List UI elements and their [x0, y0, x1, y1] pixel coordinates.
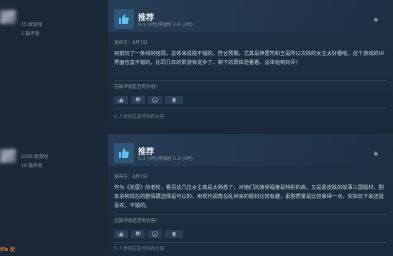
- helpful-count: 5 人觉得这篇评测有价值: [114, 247, 165, 252]
- divider: [114, 108, 386, 109]
- smiley-icon: [152, 97, 158, 103]
- vote-buttons: [114, 96, 183, 104]
- divider: [114, 214, 386, 215]
- star-icon[interactable]: ★: [373, 150, 379, 158]
- thumbs-up-icon: [114, 143, 134, 163]
- author-panel: 15 款游戏 1 篇评测: [0, 0, 104, 128]
- playtime: 9.3 小时(评测时 2.6 小时): [138, 23, 193, 28]
- thumbs-up-icon: [114, 9, 134, 29]
- vote-funny-button[interactable]: [148, 230, 162, 238]
- vote-no-button[interactable]: [131, 230, 145, 238]
- posted-date: 发布于：8月7日: [114, 175, 148, 180]
- thumbs-up-icon: [118, 97, 124, 103]
- vote-no-button[interactable]: [131, 96, 145, 104]
- avatar[interactable]: [0, 10, 16, 24]
- review-card: 15 款游戏 1 篇评测 推荐 9.3 小时(评测时 2.6 小时) ★ 发布于…: [0, 0, 393, 128]
- review-content: 推荐 5.3 小时(评测时 5.3 小时) ★ 发布于：8月7日 作为《完蛋》的…: [108, 134, 393, 256]
- helpful-question: 这篇评测是否有价值？: [114, 219, 160, 224]
- award-icon: [172, 97, 176, 103]
- author-games-count[interactable]: 15 款游戏: [21, 22, 42, 28]
- playtime: 5.3 小时(评测时 5.3 小时): [138, 157, 193, 162]
- helpful-count: 4 人觉得这篇评测有价值: [114, 115, 165, 120]
- vote-yes-button[interactable]: [114, 96, 128, 104]
- avatar[interactable]: [0, 149, 16, 163]
- helpful-question: 这篇评测是否有价值？: [114, 85, 160, 90]
- award-button[interactable]: [165, 230, 183, 238]
- award-icon: [172, 231, 176, 237]
- review-card: 2300 款游戏 16 篇评测 推荐 5.3 小时(评测时 5.3 小时) ★ …: [0, 134, 393, 256]
- thumbs-down-icon: [135, 231, 141, 237]
- vote-yes-button[interactable]: [114, 230, 128, 238]
- review-text: 目前玩了一条线的结局，总体来说挺不错的，符合预期，尤其是神居司和王是所以次的的女…: [114, 51, 384, 66]
- vote-funny-button[interactable]: [148, 96, 162, 104]
- watermark-logo: iFe 玩: [0, 247, 16, 253]
- smiley-icon: [152, 231, 158, 237]
- author-panel: 2300 款游戏 16 篇评测: [0, 134, 104, 256]
- divider: [114, 80, 386, 81]
- vote-buttons: [114, 230, 183, 238]
- divider: [114, 242, 386, 243]
- thumbs-down-icon: [135, 97, 141, 103]
- author-reviews-count[interactable]: 16 篇评测: [21, 163, 42, 169]
- thumbs-up-icon: [118, 231, 124, 237]
- author-games-count[interactable]: 2300 款游戏: [21, 154, 48, 160]
- posted-date: 发布于：8月7日: [114, 41, 148, 46]
- review-text: 作为《完蛋》的老粉，看见这几位女主真是太熟悉了，对她们的接受程度是特别的高，又是…: [114, 185, 384, 209]
- review-content: 推荐 9.3 小时(评测时 2.6 小时) ★ 发布于：8月7日 目前玩了一条线…: [108, 0, 393, 128]
- author-reviews-count[interactable]: 1 篇评测: [21, 31, 39, 37]
- star-icon[interactable]: ★: [373, 16, 379, 24]
- award-button[interactable]: [165, 96, 183, 104]
